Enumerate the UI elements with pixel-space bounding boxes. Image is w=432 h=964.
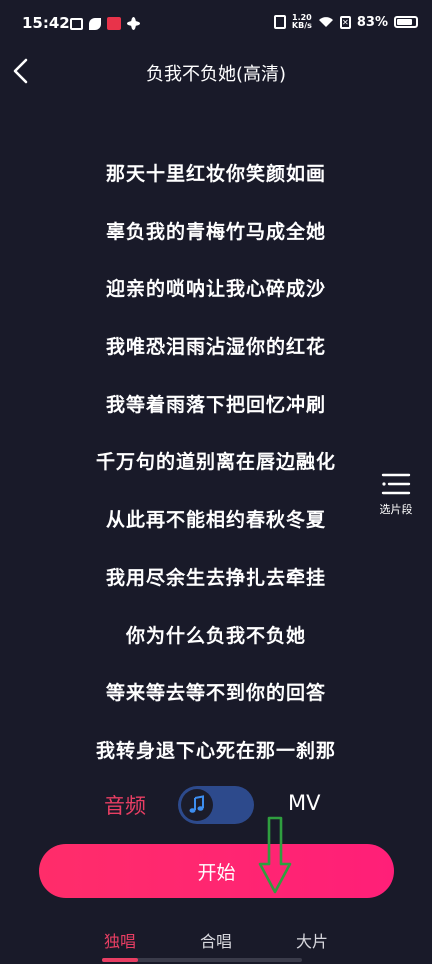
status-right: 1.20 KB/s ✕ 83% <box>273 14 418 30</box>
segment-picker-button[interactable]: 选片段 <box>372 470 420 517</box>
karaoke-page: 15:42 1.20 KB/s ✕ 83% 负我不负她(高清) 那天十里红妆你笑… <box>0 0 432 964</box>
tab-solo[interactable]: 独唱 <box>104 928 136 952</box>
lyric-line: 你为什么负我不负她 <box>125 624 306 647</box>
app-notification-icon <box>89 17 101 30</box>
mv-mode-label[interactable]: MV <box>288 791 320 815</box>
battery-percent: 83% <box>356 14 388 30</box>
network-speed-unit: KB/s <box>291 21 312 30</box>
lyric-line: 那天十里红妆你笑颜如画 <box>105 163 326 185</box>
bottom-tabs: 独唱 合唱 大片 <box>0 920 432 956</box>
lyric-line: 从此再不能相约春秋冬夏 <box>105 509 326 532</box>
segment-picker-label: 选片段 <box>379 503 413 516</box>
fan-icon <box>127 17 140 30</box>
lyric-line: 我用尽余生去挣扎去牵挂 <box>105 566 326 589</box>
page-title: 负我不负她(高清) <box>145 64 287 85</box>
toggle-knob <box>181 789 213 821</box>
header: 负我不负她(高清) <box>0 50 432 94</box>
music-note-icon <box>189 795 204 813</box>
red-app-icon <box>107 17 121 30</box>
battery-icon <box>394 16 418 28</box>
lyric-line: 千万句的道别离在唇边融化 <box>95 451 336 474</box>
battery-fill <box>397 19 412 25</box>
audio-mv-toggle[interactable] <box>178 786 254 824</box>
lyric-line: 辜负我的青梅竹马成全她 <box>105 220 326 243</box>
lyric-line: 等来等去等不到你的回答 <box>105 682 326 705</box>
tab-film[interactable]: 大片 <box>296 928 328 952</box>
segment-list-icon <box>381 473 411 495</box>
notification-icons <box>70 17 140 30</box>
sim-icon: ✕ <box>339 15 351 29</box>
network-speed: 1.20 KB/s <box>292 14 312 30</box>
wifi-icon <box>318 17 333 27</box>
tab-indicator <box>102 958 138 962</box>
audio-mode-label[interactable]: 音频 <box>104 790 146 820</box>
status-bar: 15:42 1.20 KB/s ✕ 83% <box>0 0 432 50</box>
message-icon <box>70 17 83 30</box>
status-time: 15:42 <box>22 14 70 32</box>
vibrate-icon <box>273 15 286 29</box>
lyric-line: 迎亲的唢呐让我心碎成沙 <box>105 278 326 301</box>
lyric-line: 我等着雨落下把回忆冲刷 <box>105 393 326 416</box>
start-button[interactable]: 开始 <box>39 844 394 898</box>
lyrics-list: 那天十里红妆你笑颜如画 辜负我的青梅竹马成全她 迎亲的唢呐让我心碎成沙 我唯恐泪… <box>0 156 432 791</box>
mode-row: 音频 MV <box>0 782 432 826</box>
lyric-line: 我唯恐泪雨沾湿你的红花 <box>105 336 326 359</box>
tab-duet[interactable]: 合唱 <box>200 928 232 952</box>
